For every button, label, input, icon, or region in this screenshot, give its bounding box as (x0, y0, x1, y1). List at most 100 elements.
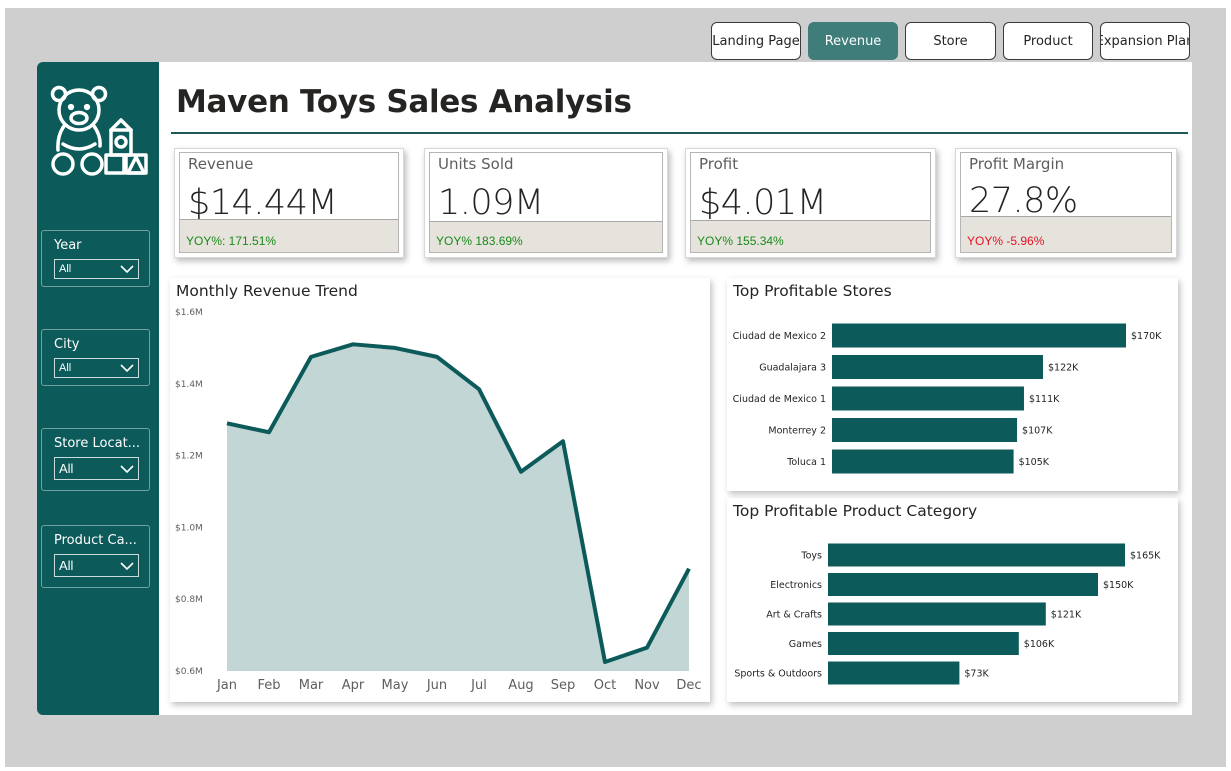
kpi-footer: YOY% -5.96% (961, 216, 1171, 252)
x-tick-label: Sep (551, 678, 576, 693)
kpi-yoy: YOY%: 171.51% (186, 234, 277, 248)
kpi-card-frame: Profit Margin 27.8% YOY% -5.96% (960, 152, 1172, 253)
bar (832, 386, 1024, 411)
category-label: Sports & Outdoors (734, 669, 822, 680)
kpi-card-frame: Units Sold 1.09M YOY% 183.69% (429, 152, 663, 253)
top-categories-chart[interactable]: Toys $165K Electronics $150K Art & Crafts $12… (727, 498, 1178, 702)
kpi-card-revenue: Revenue $14.44M YOY%: 171.51% (174, 148, 404, 258)
category-label: Games (789, 639, 822, 650)
teddy-bear-blocks-icon (50, 85, 148, 176)
nav-button-store[interactable]: Store (905, 22, 996, 60)
x-tick-label: Oct (594, 678, 616, 693)
monthly-revenue-panel: Monthly Revenue Trend $0.6M $0.8M $1.0M $1.… (170, 278, 710, 702)
dropdown-value: All (59, 362, 72, 374)
slicer-title: City (54, 337, 80, 352)
x-tick-label: Jul (470, 678, 487, 693)
nav-button-expansion-plan[interactable]: Expansion Plan (1100, 22, 1190, 60)
bar (832, 449, 1014, 474)
category-label: Guadalajara 3 (759, 363, 826, 374)
data-label: $150K (1103, 580, 1134, 591)
monthly-revenue-chart[interactable]: $0.6M $0.8M $1.0M $1.2M $1.4M $1.6M Jan Feb Mar A… (170, 278, 710, 702)
kpi-card-profit-margin: Profit Margin 27.8% YOY% -5.96% (955, 148, 1177, 258)
slicer-year: Year All (41, 230, 150, 287)
kpi-label: Units Sold (438, 155, 514, 173)
kpi-value: 27.8% (969, 181, 1078, 221)
title-divider (171, 132, 1188, 134)
kpi-footer: YOY% 183.69% (430, 221, 662, 252)
kpi-card-profit: Profit $4.01M YOY% 155.34% (685, 148, 936, 258)
y-tick-label: $1.6M (175, 308, 203, 318)
bar (828, 632, 1019, 655)
kpi-card-units-sold: Units Sold 1.09M YOY% 183.69% (424, 148, 668, 258)
kpi-card-frame: Revenue $14.44M YOY%: 171.51% (179, 152, 399, 253)
x-tick-label: Jun (426, 678, 447, 693)
kpi-value: 1.09M (438, 183, 544, 223)
chevron-down-icon (120, 265, 134, 274)
slicer-title: Store Locat... (54, 436, 139, 451)
data-label: $106K (1024, 639, 1055, 650)
kpi-value: $14.44M (188, 183, 338, 223)
kpi-value: $4.01M (699, 183, 827, 223)
category-label: Ciudad de Mexico 1 (733, 394, 826, 405)
kpi-label: Profit (699, 155, 739, 173)
slicer-title: Product Ca... (54, 533, 137, 548)
top-stores-panel: Top Profitable Stores Ciudad de Mexico 2… (727, 278, 1178, 491)
x-tick-label: Apr (342, 678, 365, 693)
chevron-down-icon (120, 464, 134, 473)
category-label: Monterrey 2 (768, 426, 826, 437)
x-tick-label: Aug (508, 678, 533, 693)
bar (832, 355, 1043, 379)
y-tick-label: $1.4M (175, 380, 203, 390)
nav-button-revenue[interactable]: Revenue (808, 22, 898, 60)
slicer-title: Year (54, 238, 82, 253)
data-label: $165K (1130, 551, 1161, 562)
product-category-dropdown[interactable]: All (54, 554, 139, 577)
kpi-yoy: YOY% 155.34% (697, 234, 784, 248)
kpi-yoy: YOY% -5.96% (967, 234, 1045, 248)
kpi-yoy: YOY% 183.69% (436, 234, 523, 248)
bar (828, 573, 1098, 596)
nav-button-product[interactable]: Product (1003, 22, 1093, 60)
category-label: Art & Crafts (766, 610, 822, 621)
bar (828, 602, 1046, 626)
dropdown-value: All (59, 558, 74, 573)
kpi-label: Profit Margin (969, 155, 1065, 173)
category-label: Toluca 1 (786, 457, 826, 468)
category-label: Ciudad de Mexico 2 (733, 331, 826, 342)
bar (828, 543, 1125, 567)
data-label: $105K (1019, 457, 1050, 468)
y-tick-label: $0.6M (175, 667, 203, 677)
data-label: $73K (964, 669, 989, 680)
x-tick-label: Jan (216, 678, 237, 693)
category-label: Toys (800, 551, 822, 562)
kpi-footer: YOY%: 171.51% (180, 219, 398, 252)
area-fill (227, 344, 689, 671)
kpi-label: Revenue (188, 155, 254, 173)
category-label: Electronics (770, 580, 822, 591)
bar (832, 323, 1126, 348)
dropdown-value: All (59, 263, 72, 275)
city-dropdown[interactable]: All (54, 358, 139, 378)
kpi-footer: YOY% 155.34% (691, 220, 930, 252)
data-label: $107K (1022, 426, 1053, 437)
x-tick-label: May (382, 678, 409, 693)
nav-button-landing-page[interactable]: Landing Page (711, 22, 801, 60)
sidebar: Year All City All Store Locat... All Pro… (37, 62, 159, 715)
page-title: Maven Toys Sales Analysis (176, 84, 632, 120)
year-dropdown[interactable]: All (54, 259, 139, 279)
slicer-city: City All (41, 329, 150, 386)
y-tick-label: $0.8M (175, 595, 203, 605)
x-tick-label: Dec (676, 678, 701, 693)
top-stores-chart[interactable]: Ciudad de Mexico 2 $170K Guadalajara 3 $122… (727, 278, 1178, 491)
data-label: $122K (1048, 363, 1079, 374)
data-label: $170K (1131, 331, 1162, 342)
store-location-dropdown[interactable]: All (54, 457, 139, 480)
kpi-card-frame: Profit $4.01M YOY% 155.34% (690, 152, 931, 253)
y-tick-label: $1.0M (175, 523, 203, 533)
data-label: $111K (1029, 394, 1060, 405)
slicer-product-category: Product Ca... All (41, 525, 150, 588)
x-tick-label: Feb (257, 678, 280, 693)
x-tick-label: Nov (634, 678, 660, 693)
top-categories-panel: Top Profitable Product Category Toys $165… (727, 498, 1178, 702)
bar (832, 418, 1018, 442)
